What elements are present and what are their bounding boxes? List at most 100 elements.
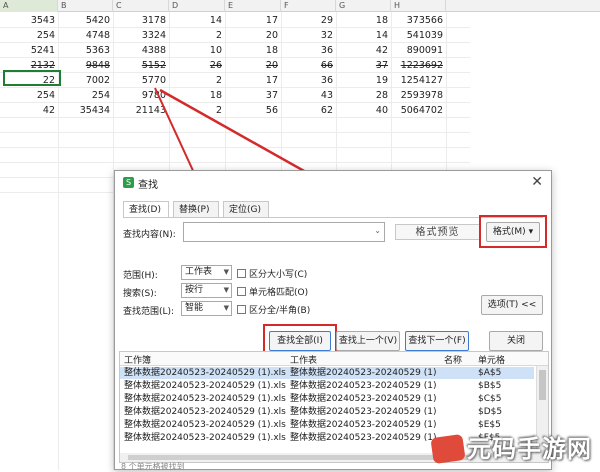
cell[interactable]: 5363 [58, 43, 110, 58]
cell[interactable]: 3324 [113, 28, 166, 43]
cell[interactable]: 20 [225, 28, 278, 43]
chevron-down-icon[interactable]: ⌄ [374, 226, 381, 235]
result-cell: 整体数据20240523-20240529 (1) [290, 381, 437, 391]
cell[interactable]: 14 [336, 28, 388, 43]
result-row[interactable]: 整体数据20240523-20240529 (1).xls 整体数据2024052… [120, 406, 534, 418]
cell[interactable]: 14 [169, 13, 222, 28]
find-next-button[interactable]: 查找下一个(F) [405, 331, 469, 351]
active-cell[interactable] [3, 70, 61, 86]
cell[interactable]: 42 [336, 43, 388, 58]
cell[interactable]: 19 [336, 73, 388, 88]
cell[interactable]: 66 [281, 58, 333, 73]
hscroll-thumb[interactable] [128, 455, 468, 460]
cell[interactable]: 10 [169, 43, 222, 58]
cell[interactable]: 37 [225, 88, 278, 103]
grid-line [0, 147, 470, 148]
cell[interactable]: 62 [281, 103, 333, 118]
cell[interactable]: 541039 [391, 28, 443, 43]
scope-label: 范围(H): [123, 271, 158, 281]
cell[interactable]: 18 [225, 43, 278, 58]
result-row[interactable]: 整体数据20240523-20240529 (1).xls 整体数据2024052… [120, 380, 534, 392]
search-select[interactable]: 按行 ▼ [181, 283, 232, 298]
cell[interactable]: 254 [58, 88, 110, 103]
title-bar: S 查找 ✕ [115, 171, 551, 195]
cell[interactable]: 254 [0, 28, 55, 43]
cell[interactable]: 17 [225, 13, 278, 28]
column-header-d[interactable]: D [169, 0, 225, 12]
cell[interactable]: 5770 [113, 73, 166, 88]
search-label: 搜索(S): [123, 289, 157, 299]
close-icon[interactable]: ✕ [531, 174, 543, 190]
cell[interactable]: 4748 [58, 28, 110, 43]
cell[interactable]: 26 [169, 58, 222, 73]
column-header-f[interactable]: F [281, 0, 336, 12]
column-header-g[interactable]: G [336, 0, 391, 12]
cell[interactable]: 1223692 [391, 58, 443, 73]
cell[interactable]: 36 [281, 73, 333, 88]
cell[interactable]: 18 [169, 88, 222, 103]
cell[interactable]: 32 [281, 28, 333, 43]
cell[interactable]: 2 [169, 103, 222, 118]
result-cell: 整体数据20240523-20240529 (1) [290, 394, 437, 404]
close-button[interactable]: 关闭 [489, 331, 543, 351]
lookin-select[interactable]: 智能 ▼ [181, 301, 232, 316]
cell[interactable]: 35434 [58, 103, 110, 118]
cell[interactable]: 29 [281, 13, 333, 28]
result-row[interactable]: 整体数据20240523-20240529 (1).xls 整体数据2024052… [120, 393, 534, 405]
cell[interactable]: 43 [281, 88, 333, 103]
col-sheet[interactable]: 工作表 [290, 353, 317, 366]
match-cell-checkbox[interactable]: 单元格匹配(O) [237, 285, 308, 298]
tab-goto[interactable]: 定位(G) [223, 201, 269, 217]
cell[interactable]: 17 [225, 73, 278, 88]
find-input[interactable]: ⌄ [183, 222, 385, 242]
dialog-title: 查找 [138, 180, 158, 191]
tab-find[interactable]: 查找(D) [123, 201, 169, 217]
cell[interactable]: 373566 [391, 13, 443, 28]
column-header-c[interactable]: C [113, 0, 169, 12]
col-cell[interactable]: 单元格 [478, 353, 505, 366]
cell[interactable]: 5241 [0, 43, 55, 58]
cell[interactable]: 2 [169, 73, 222, 88]
cell[interactable]: 20 [225, 58, 278, 73]
cell[interactable]: 5152 [113, 58, 166, 73]
cell[interactable]: 2 [169, 28, 222, 43]
result-row[interactable]: 整体数据20240523-20240529 (1).xls 整体数据2024052… [120, 367, 534, 379]
results-header: 工作簿 工作表 名称 单元格 [120, 352, 548, 366]
cell[interactable]: 7002 [58, 73, 110, 88]
cell[interactable]: 18 [336, 13, 388, 28]
result-cell: 整体数据20240523-20240529 (1).xls [124, 381, 286, 391]
options-button[interactable]: 选项(T) << [481, 295, 543, 315]
cell[interactable]: 2593978 [391, 88, 443, 103]
cell[interactable]: 42 [0, 103, 55, 118]
cell[interactable]: 21143 [113, 103, 166, 118]
cell[interactable]: 9848 [58, 58, 110, 73]
cell[interactable]: 56 [225, 103, 278, 118]
cell[interactable]: 254 [0, 88, 55, 103]
cell[interactable]: 1254127 [391, 73, 443, 88]
cell[interactable]: 9780 [113, 88, 166, 103]
tab-replace[interactable]: 替换(P) [173, 201, 219, 217]
column-header-h[interactable]: H [391, 0, 446, 12]
cell[interactable]: 40 [336, 103, 388, 118]
cell[interactable]: 5420 [58, 13, 110, 28]
result-cell: $B$5 [478, 381, 502, 391]
scope-select[interactable]: 工作表 ▼ [181, 265, 232, 280]
caret-icon: ▼ [223, 304, 229, 312]
cell[interactable]: 37 [336, 58, 388, 73]
cell[interactable]: 4388 [113, 43, 166, 58]
col-workbook[interactable]: 工作簿 [124, 353, 151, 366]
find-prev-button[interactable]: 查找上一个(V) [336, 331, 400, 351]
column-header-e[interactable]: E [225, 0, 281, 12]
cell[interactable]: 890091 [391, 43, 443, 58]
cell[interactable]: 3178 [113, 13, 166, 28]
match-width-checkbox[interactable]: 区分全/半角(B) [237, 303, 310, 316]
match-case-checkbox[interactable]: 区分大小写(C) [237, 267, 307, 280]
cell[interactable]: 5064702 [391, 103, 443, 118]
cell[interactable]: 36 [281, 43, 333, 58]
cell[interactable]: 28 [336, 88, 388, 103]
col-name[interactable]: 名称 [444, 353, 462, 366]
column-header-b[interactable]: B [58, 0, 113, 12]
cell[interactable]: 3543 [0, 13, 55, 28]
column-header-a[interactable]: A [0, 0, 58, 12]
scroll-thumb[interactable] [539, 370, 546, 400]
